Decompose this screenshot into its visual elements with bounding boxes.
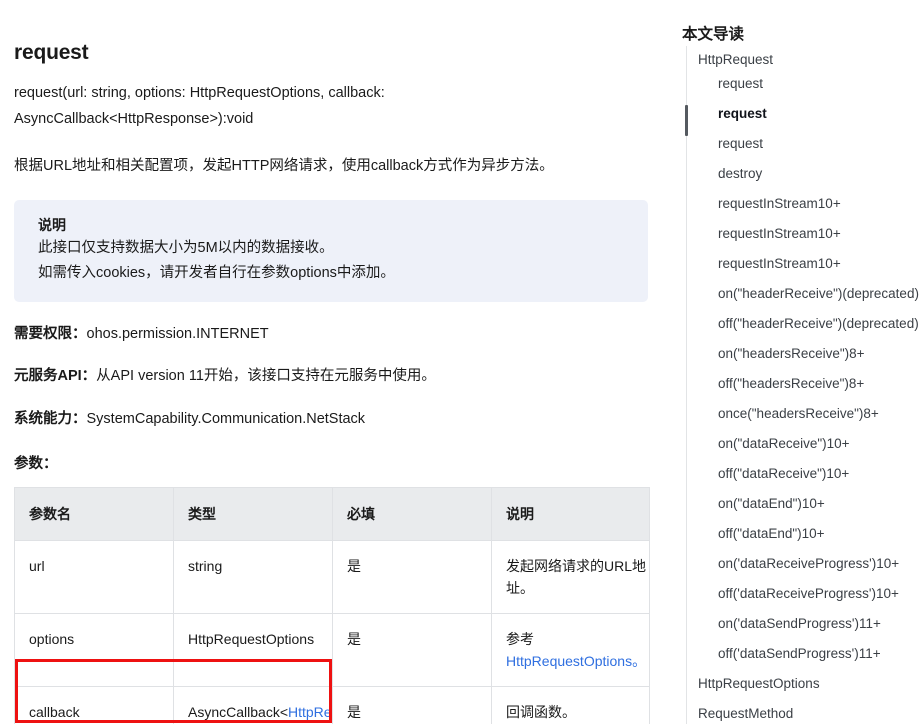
table-header-row: 参数名 类型 必填 说明 [14, 487, 650, 542]
toc-item-request-3[interactable]: request [670, 128, 923, 158]
toc-item-label: off("dataEnd")10+ [718, 525, 825, 541]
table-row: url string 是 发起网络请求的URL地址。 [14, 540, 650, 615]
toc-item-label: requestInStream10+ [718, 255, 841, 271]
cell-param-name: url [14, 540, 174, 615]
api-signature: request(url: string, options: HttpReques… [14, 85, 385, 128]
toc-item-label: on('dataSendProgress')11+ [718, 615, 881, 631]
meta-permission-value: ohos.permission.INTERNET [86, 326, 269, 343]
toc-item-label: request [718, 75, 764, 91]
meta-permission: 需要权限：ohos.permission.INTERNET [14, 323, 660, 345]
meta-system-capability-label: 系统能力： [14, 411, 87, 428]
api-description: 根据URL地址和相关配置项，发起HTTP网络请求，使用callback方式作为异… [14, 158, 554, 175]
toc-item-label: requestInStream10+ [718, 195, 841, 211]
table-header-type: 类型 [173, 487, 333, 542]
doc-page: request request(url: string, options: Ht… [0, 0, 923, 724]
toc-item-label: on("headerReceive")(deprecated) [718, 285, 919, 301]
cell-param-name: options [14, 613, 174, 688]
toc-item-label: on("headersReceive")8+ [718, 345, 865, 361]
toc-item-label: requestInStream10+ [718, 225, 841, 241]
note-title: 说明 [38, 217, 66, 234]
toc-list: HttpRequest request request request dest… [670, 46, 923, 724]
parameters-label: 参数： [14, 456, 58, 473]
toc-item-http-request[interactable]: HttpRequest [670, 46, 923, 68]
toc-item-label: on("dataReceive")10+ [718, 435, 850, 451]
description-prefix: 参考 [506, 631, 534, 648]
cell-param-description: 回调函数。 [491, 686, 650, 724]
toc-item-label: HttpRequest [698, 52, 774, 67]
cell-param-required: 是 [332, 686, 492, 724]
toc-item-off-data-end[interactable]: off("dataEnd")10+ [670, 518, 923, 548]
cell-param-type: string [173, 540, 333, 615]
toc-item-label: request [718, 105, 767, 121]
table-header-required: 必填 [332, 487, 492, 542]
cell-param-type: AsyncCallback<HttpResponse> [173, 686, 333, 724]
meta-atomic-service-api-label: 元服务API： [14, 368, 97, 385]
page-title: request [14, 41, 89, 64]
main-content: request request(url: string, options: Ht… [0, 0, 660, 724]
toc-item-on-headers-receive[interactable]: on("headersReceive")8+ [670, 338, 923, 368]
meta-permission-label: 需要权限： [14, 326, 87, 343]
toc-item-on-data-end[interactable]: on("dataEnd")10+ [670, 488, 923, 518]
toc-item-on-data-send-progress[interactable]: on('dataSendProgress')11+ [670, 608, 923, 638]
toc-item-on-data-receive-progress[interactable]: on('dataReceiveProgress')10+ [670, 548, 923, 578]
toc-item-off-data-send-progress[interactable]: off('dataSendProgress')11+ [670, 638, 923, 668]
cell-param-required: 是 [332, 613, 492, 688]
toc-item-label: off("headersReceive")8+ [718, 375, 865, 391]
toc-item-off-header-receive[interactable]: off("headerReceive")(deprecated) [670, 308, 923, 338]
toc-item-request-in-stream-2[interactable]: requestInStream10+ [670, 218, 923, 248]
toc-item-off-data-receive-progress[interactable]: off('dataReceiveProgress')10+ [670, 578, 923, 608]
toc-item-request-in-stream-3[interactable]: requestInStream10+ [670, 248, 923, 278]
toc-item-request-in-stream-1[interactable]: requestInStream10+ [670, 188, 923, 218]
toc-item-label: HttpRequestOptions [698, 675, 820, 691]
table-of-contents: 本文导读 HttpRequest request request request… [670, 0, 923, 724]
toc-item-label: off("headerReceive")(deprecated) [718, 315, 919, 331]
table-header-description: 说明 [491, 487, 650, 542]
toc-item-label: destroy [718, 165, 763, 181]
toc-item-label: on('dataReceiveProgress')10+ [718, 555, 900, 571]
cell-param-required: 是 [332, 540, 492, 615]
toc-item-label: request [718, 135, 764, 151]
note-box: 说明 此接口仅支持数据大小为5M以内的数据接收。 如需传入cookies，请开发… [14, 200, 648, 303]
meta-atomic-service-api-value: 从API version 11开始，该接口支持在元服务中使用。 [96, 368, 436, 385]
type-text: string [188, 558, 223, 575]
cell-param-description: 发起网络请求的URL地址。 [491, 540, 650, 615]
toc-item-http-request-options[interactable]: HttpRequestOptions [670, 668, 923, 698]
cell-param-type: HttpRequestOptions [173, 613, 333, 688]
link-http-request-options[interactable]: HttpRequestOptions [506, 653, 632, 669]
meta-atomic-service-api: 元服务API：从API version 11开始，该接口支持在元服务中使用。 [14, 365, 660, 387]
toc-item-request-1[interactable]: request [670, 68, 923, 98]
meta-system-capability-value: SystemCapability.Communication.NetStack [86, 411, 366, 428]
meta-system-capability: 系统能力：SystemCapability.Communication.NetS… [14, 408, 660, 430]
description-suffix: 。 [632, 653, 647, 670]
toc-item-on-data-receive[interactable]: on("dataReceive")10+ [670, 428, 923, 458]
cell-param-description: 参考 HttpRequestOptions。 [491, 613, 650, 688]
cell-param-name: callback [14, 686, 174, 724]
toc-item-destroy[interactable]: destroy [670, 158, 923, 188]
toc-item-label: off('dataReceiveProgress')10+ [718, 585, 899, 601]
toc-item-off-data-receive[interactable]: off("dataReceive")10+ [670, 458, 923, 488]
table-row: callback AsyncCallback<HttpResponse> 是 回… [14, 686, 650, 724]
toc-item-request-2[interactable]: request [670, 98, 923, 128]
parameters-table: 参数名 类型 必填 说明 url string 是 发起网络请求的URL地址。 [14, 487, 650, 724]
toc-item-label: off('dataSendProgress')11+ [718, 645, 881, 661]
toc-item-label: on("dataEnd")10+ [718, 495, 825, 511]
note-line-1: 此接口仅支持数据大小为5M以内的数据接收。 [38, 240, 334, 257]
table-row: options HttpRequestOptions 是 参考 HttpRequ… [14, 613, 650, 688]
table-header-param-name: 参数名 [14, 487, 174, 542]
toc-item-once-headers-receive[interactable]: once("headersReceive")8+ [670, 398, 923, 428]
toc-item-label: once("headersReceive")8+ [718, 405, 879, 421]
type-text: AsyncCallback< [188, 704, 288, 721]
toc-item-label: RequestMethod [698, 705, 794, 721]
toc-item-off-headers-receive[interactable]: off("headersReceive")8+ [670, 368, 923, 398]
note-line-2: 如需传入cookies，请开发者自行在参数options中添加。 [38, 265, 395, 282]
toc-item-label: off("dataReceive")10+ [718, 465, 850, 481]
description-text: 发起网络请求的URL地址。 [506, 558, 647, 597]
toc-item-on-header-receive[interactable]: on("headerReceive")(deprecated) [670, 278, 923, 308]
toc-title: 本文导读 [682, 26, 745, 43]
toc-item-request-method[interactable]: RequestMethod [670, 698, 923, 724]
description-text: 回调函数。 [506, 704, 576, 721]
type-text: HttpRequestOptions [188, 631, 315, 648]
